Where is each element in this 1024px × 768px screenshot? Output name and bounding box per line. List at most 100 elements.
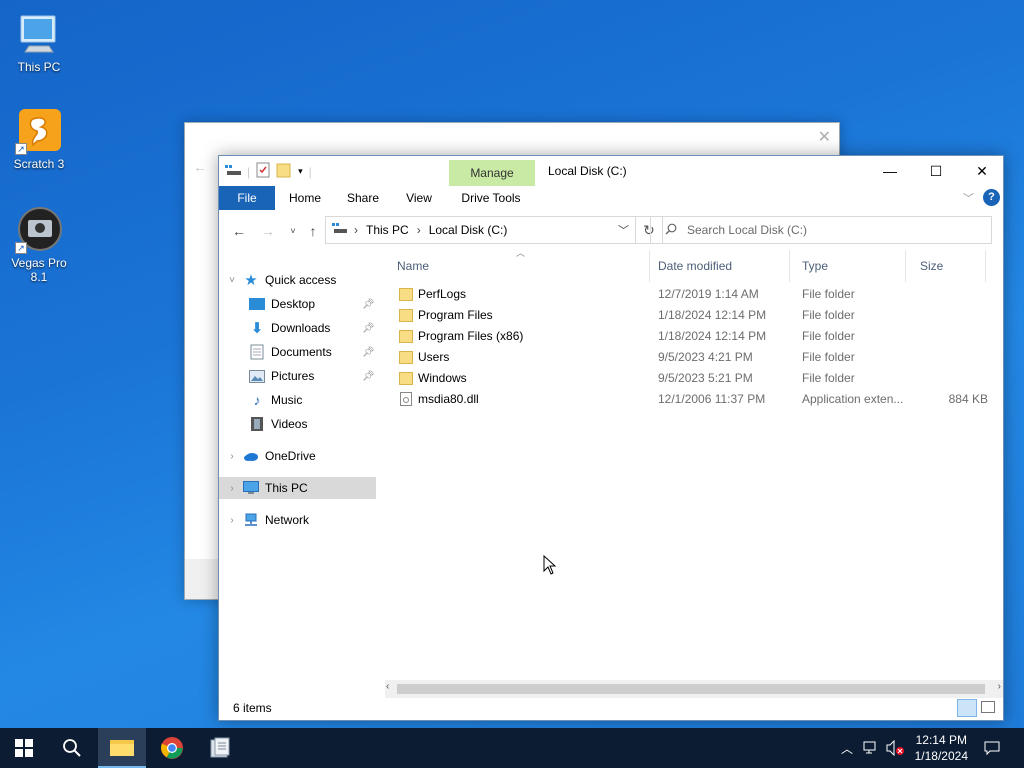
search-button[interactable] bbox=[48, 728, 96, 768]
search-icon bbox=[63, 739, 81, 757]
sidebar-item-videos[interactable]: Videos bbox=[219, 413, 376, 435]
chevron-right-icon[interactable]: › bbox=[225, 451, 239, 462]
scroll-right-icon[interactable]: › bbox=[998, 681, 1001, 692]
table-row[interactable]: Users 9/5/2023 4:21 PM File folder bbox=[395, 347, 995, 368]
sidebar-item-onedrive[interactable]: › OneDrive bbox=[219, 445, 376, 467]
column-header-size[interactable]: Size bbox=[906, 250, 986, 282]
close-icon[interactable]: ✕ bbox=[818, 127, 831, 147]
file-name: Users bbox=[418, 350, 450, 364]
column-header-type[interactable]: Type bbox=[790, 250, 906, 282]
sidebar-item-label: Pictures bbox=[271, 369, 315, 383]
details-view-icon[interactable] bbox=[957, 699, 977, 717]
monitor-icon bbox=[243, 480, 259, 496]
file-name: PerfLogs bbox=[418, 287, 467, 301]
pin-icon[interactable]: 📌︎ bbox=[362, 371, 375, 382]
drive-icon bbox=[332, 222, 348, 238]
taskbar: ︿ 12:14 PM 1/18/2024 bbox=[0, 728, 1024, 768]
network-status-icon[interactable] bbox=[860, 728, 882, 768]
folder-icon bbox=[399, 372, 413, 385]
notification-icon bbox=[984, 741, 1000, 756]
notifications-button[interactable] bbox=[978, 728, 1006, 768]
address-dropdown-icon[interactable]: ﹀ bbox=[618, 222, 629, 238]
sidebar-item-music[interactable]: ♪ Music bbox=[219, 389, 376, 411]
desktop-icon-scratch[interactable]: ↗ Scratch 3 bbox=[3, 107, 75, 171]
properties-icon[interactable] bbox=[256, 162, 270, 181]
system-clock[interactable]: 12:14 PM 1/18/2024 bbox=[915, 732, 968, 764]
start-button[interactable] bbox=[0, 728, 48, 768]
breadcrumb-this-pc[interactable]: This PC bbox=[366, 223, 409, 237]
windows-logo-icon bbox=[15, 739, 33, 757]
chevron-right-icon[interactable]: › bbox=[225, 483, 239, 494]
address-bar[interactable]: › This PC › Local Disk (C:) ﹀ bbox=[325, 216, 636, 244]
chevron-right-icon[interactable]: › bbox=[225, 515, 239, 526]
show-hidden-icons-button[interactable]: ︿ bbox=[838, 728, 856, 768]
large-icons-view-icon[interactable] bbox=[981, 701, 995, 713]
app-icon bbox=[210, 737, 230, 758]
file-type: File folder bbox=[802, 329, 855, 343]
table-row[interactable]: Windows 9/5/2023 5:21 PM File folder bbox=[395, 368, 995, 389]
sidebar-item-documents[interactable]: Documents 📌︎ bbox=[219, 341, 376, 363]
scroll-left-icon[interactable]: ‹ bbox=[386, 681, 389, 692]
tab-file[interactable]: File bbox=[219, 186, 275, 210]
folder-icon bbox=[399, 330, 413, 343]
sidebar-item-label: Downloads bbox=[271, 321, 331, 335]
sidebar-item-downloads[interactable]: ⬇ Downloads 📌︎ bbox=[219, 317, 376, 339]
scrollbar-thumb[interactable] bbox=[397, 684, 985, 694]
minimize-button[interactable]: — bbox=[867, 156, 913, 186]
up-button[interactable]: ↑ bbox=[302, 220, 324, 242]
desktop-icon-this-pc[interactable]: This PC bbox=[3, 10, 75, 74]
taskbar-chrome[interactable] bbox=[148, 728, 196, 768]
sidebar-item-pictures[interactable]: Pictures 📌︎ bbox=[219, 365, 376, 387]
sidebar-item-this-pc[interactable]: › This PC bbox=[219, 477, 376, 499]
table-row[interactable]: PerfLogs 12/7/2019 1:14 AM File folder bbox=[395, 284, 995, 305]
download-arrow-icon: ⬇ bbox=[250, 320, 264, 337]
expand-ribbon-chevron-icon[interactable]: ﹀ bbox=[963, 190, 974, 206]
pin-icon[interactable]: 📌︎ bbox=[362, 347, 375, 358]
file-type: File folder bbox=[802, 287, 855, 301]
desktop-icon-label: Vegas Pro 8.1 bbox=[11, 256, 67, 284]
tab-share[interactable]: Share bbox=[341, 186, 385, 210]
maximize-button[interactable]: ☐ bbox=[913, 156, 959, 186]
tab-drive-tools[interactable]: Drive Tools bbox=[451, 186, 531, 210]
navigation-bar: ← → ˅ ↑ › This PC › Local Disk (C:) ﹀ ↻ … bbox=[219, 214, 1003, 248]
pin-icon[interactable]: 📌︎ bbox=[362, 299, 375, 310]
recent-locations-button[interactable]: ˅ bbox=[282, 220, 304, 242]
help-icon[interactable]: ? bbox=[983, 189, 1000, 206]
close-button[interactable]: ✕ bbox=[959, 156, 1005, 186]
tab-view[interactable]: View bbox=[397, 186, 441, 210]
column-header-date-modified[interactable]: Date modified bbox=[646, 250, 790, 282]
customize-toolbar-chevron-icon[interactable]: ▾ bbox=[298, 166, 303, 177]
tab-home[interactable]: Home bbox=[281, 186, 329, 210]
file-name: msdia80.dll bbox=[418, 392, 479, 406]
column-header-name[interactable]: Name bbox=[385, 250, 650, 282]
breadcrumb-local-disk[interactable]: Local Disk (C:) bbox=[429, 223, 508, 237]
forward-button[interactable]: → bbox=[257, 220, 279, 242]
sidebar-item-desktop[interactable]: Desktop 📌︎ bbox=[219, 293, 376, 315]
taskbar-app[interactable] bbox=[196, 728, 244, 768]
sidebar-item-network[interactable]: › Network bbox=[219, 509, 376, 531]
pin-icon[interactable]: 📌︎ bbox=[362, 323, 375, 334]
sidebar-item-quick-access[interactable]: ˅ ★ Quick access bbox=[219, 269, 376, 291]
desktop-icon-vegas[interactable]: ↗ Vegas Pro 8.1 bbox=[3, 206, 75, 284]
vegas-pro-icon: ↗ bbox=[15, 206, 63, 254]
shortcut-arrow-icon: ↗ bbox=[15, 242, 27, 254]
horizontal-scrollbar[interactable]: ‹ › bbox=[385, 680, 1003, 698]
table-row[interactable]: msdia80.dll 12/1/2006 11:37 PM Applicati… bbox=[395, 389, 995, 410]
clock-time: 12:14 PM bbox=[915, 733, 967, 747]
file-explorer-window[interactable]: | ▾ | Manage Local Disk (C:) — ☐ ✕ File … bbox=[218, 155, 1004, 721]
volume-muted-icon[interactable] bbox=[884, 728, 908, 768]
back-button[interactable]: ← bbox=[228, 220, 250, 242]
chevron-right-icon: › bbox=[354, 223, 358, 237]
chevron-down-icon[interactable]: ˅ bbox=[225, 275, 239, 286]
tab-manage[interactable]: Manage bbox=[449, 160, 535, 186]
search-box[interactable]: Search Local Disk (C:) bbox=[650, 216, 992, 244]
new-folder-icon[interactable] bbox=[276, 162, 292, 181]
network-icon bbox=[243, 512, 259, 528]
table-row[interactable]: Program Files 1/18/2024 12:14 PM File fo… bbox=[395, 305, 995, 326]
documents-icon bbox=[249, 344, 265, 360]
taskbar-file-explorer[interactable] bbox=[98, 728, 146, 768]
file-name: Program Files bbox=[418, 308, 493, 322]
table-row[interactable]: Program Files (x86) 1/18/2024 12:14 PM F… bbox=[395, 326, 995, 347]
drive-icon[interactable] bbox=[225, 163, 241, 180]
title-bar[interactable]: | ▾ | Manage Local Disk (C:) — ☐ ✕ bbox=[219, 156, 1003, 186]
